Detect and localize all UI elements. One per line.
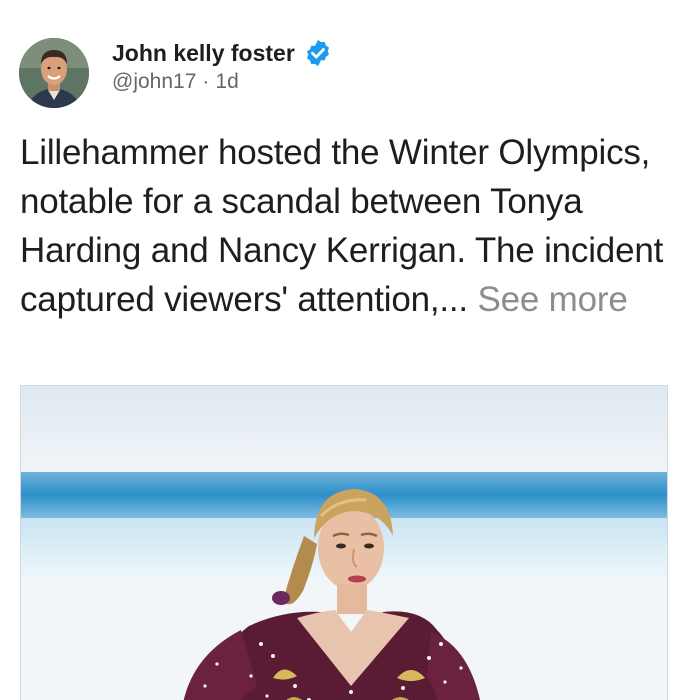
figure-skater-photo	[21, 386, 667, 700]
author-display-name[interactable]: John kelly foster	[112, 40, 295, 67]
post-header: John kelly foster @john17 · 1d	[112, 36, 333, 94]
post-body: Lillehammer hosted the Winter Olympics, …	[20, 128, 680, 324]
post-photo[interactable]	[20, 385, 668, 700]
post-meta: @john17 · 1d	[112, 70, 333, 94]
avatar-image	[19, 38, 89, 108]
author-avatar[interactable]	[19, 38, 89, 108]
post-card: John kelly foster @john17 · 1d Lillehamm…	[0, 0, 700, 700]
verified-badge-icon	[303, 38, 333, 68]
author-handle[interactable]: @john17	[112, 70, 196, 94]
author-name-row: John kelly foster	[112, 36, 333, 70]
see-more-link[interactable]: See more	[477, 280, 627, 319]
post-timestamp[interactable]: 1d	[215, 70, 238, 94]
meta-separator: ·	[202, 70, 210, 93]
